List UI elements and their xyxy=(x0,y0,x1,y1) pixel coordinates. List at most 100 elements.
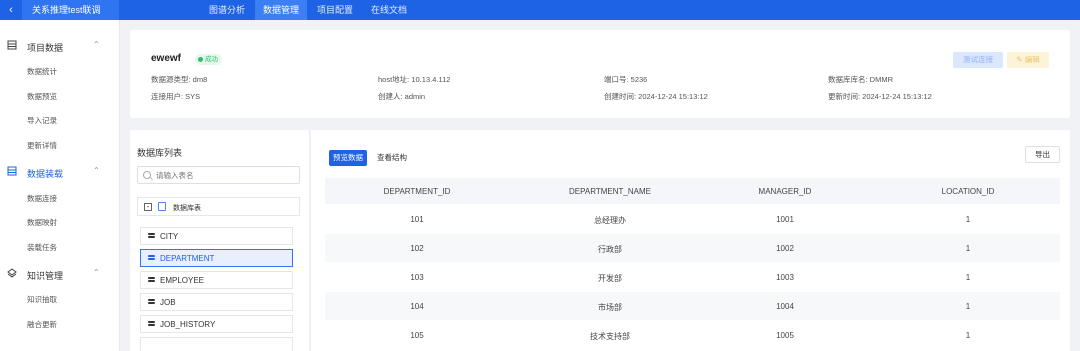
table-item-department[interactable]: DEPARTMENT xyxy=(140,249,293,267)
nav-online-docs[interactable]: 在线文档 xyxy=(363,0,415,20)
table-row: 105 技术支持部 1005 1 xyxy=(325,321,1060,349)
table-icon xyxy=(148,255,155,262)
host-address: host地址: 10.13.4.112 xyxy=(378,75,451,84)
table-item-employee[interactable]: EMPLOYEE xyxy=(140,271,293,289)
sidebar-item-update-details[interactable]: 更新详情 xyxy=(27,140,57,151)
table-cell: 101 xyxy=(410,215,424,224)
table-name: DEPARTMENT xyxy=(160,254,215,263)
nav-data-management[interactable]: 数据管理 xyxy=(255,0,308,20)
table-cell: 1 xyxy=(965,273,971,282)
table-cell: 1002 xyxy=(776,244,794,253)
status-badge: 成功 xyxy=(195,54,222,65)
search-icon xyxy=(143,171,151,179)
table-icon xyxy=(148,277,155,284)
collapse-icon[interactable]: - xyxy=(144,203,152,211)
sidebar: 项目数据 ⌃ 数据统计 数据预览 导入记录 更新详情 数据装载 ⌃ 数据连接 数… xyxy=(0,20,120,351)
sidebar-item-import-records[interactable]: 导入记录 xyxy=(27,115,57,126)
table-item-job-history[interactable]: JOB_HISTORY xyxy=(140,315,293,333)
table-name: JOB_HISTORY xyxy=(160,320,216,329)
creator: 创建人: admin xyxy=(378,92,426,101)
datasource-info-card: ewewf 成功 数据源类型: dm8 连接用户: SYS host地址: 10… xyxy=(130,30,1070,118)
chevron-up-icon[interactable]: ⌃ xyxy=(93,268,100,277)
database-list-panel: 数据库列表 - 数据库表 CITY DEPARTMENT EMPLOYEE JO… xyxy=(130,130,310,351)
table-cell: 1 xyxy=(965,331,971,340)
sidebar-item-fusion-update[interactable]: 融合更新 xyxy=(27,319,57,330)
table-row: 102 行政部 1002 1 xyxy=(325,234,1060,262)
table-cell: 1 xyxy=(965,302,971,311)
edit-icon: ✎ xyxy=(1016,55,1023,64)
project-name[interactable]: 关系推理test联调 xyxy=(22,0,119,20)
table-cell: 105 xyxy=(410,331,424,340)
data-preview-panel: 预览数据 查看结构 导出 DEPARTMENT_ID DEPARTMENT_NA… xyxy=(311,130,1070,351)
sidebar-item-data-stats[interactable]: 数据统计 xyxy=(27,66,57,77)
table-item-partial[interactable] xyxy=(140,337,293,351)
layers-icon xyxy=(7,268,17,278)
nav-graph-analysis[interactable]: 图谱分析 xyxy=(201,0,253,20)
database-icon xyxy=(158,202,166,211)
database-icon xyxy=(7,40,17,50)
export-button[interactable]: 导出 xyxy=(1025,146,1060,163)
database-list-title: 数据库列表 xyxy=(137,148,183,158)
edit-button[interactable]: ✎ 编辑 xyxy=(1007,52,1049,68)
table-icon xyxy=(148,299,155,306)
table-row: 103 开发部 1003 1 xyxy=(325,263,1060,291)
tree-root-label: 数据库表 xyxy=(173,205,201,212)
table-cell: 市场部 xyxy=(598,303,622,312)
top-navigation-bar: ‹ 关系推理test联调 图谱分析 数据管理 项目配置 在线文档 xyxy=(0,0,1080,20)
chevron-up-icon[interactable]: ⌃ xyxy=(93,166,100,175)
table-cell: 技术支持部 xyxy=(590,332,630,341)
table-cell: 1004 xyxy=(776,302,794,311)
table-cell: 行政部 xyxy=(598,245,622,254)
sidebar-group-data-loading[interactable]: 数据装载 ⌃ xyxy=(0,163,120,181)
table-item-city[interactable]: CITY xyxy=(140,227,293,245)
sidebar-group-knowledge-management[interactable]: 知识管理 ⌃ xyxy=(0,265,120,283)
table-row: 104 市场部 1004 1 xyxy=(325,292,1060,320)
table-name: EMPLOYEE xyxy=(160,276,205,285)
table-cell: 1 xyxy=(965,244,971,253)
sidebar-item-loading-tasks[interactable]: 装载任务 xyxy=(27,242,57,253)
sidebar-item-data-preview[interactable]: 数据预览 xyxy=(27,91,57,102)
table-header: DEPARTMENT_ID DEPARTMENT_NAME MANAGER_ID… xyxy=(325,178,1060,204)
table-icon xyxy=(148,233,155,240)
table-cell: 1003 xyxy=(776,273,794,282)
tab-view-structure[interactable]: 查看结构 xyxy=(373,150,411,166)
datasource-type: 数据源类型: dm8 xyxy=(151,75,208,84)
sidebar-group-title: 项目数据 xyxy=(27,43,64,53)
sidebar-group-project-data[interactable]: 项目数据 ⌃ xyxy=(0,37,120,55)
chevron-left-icon[interactable]: ‹ xyxy=(0,4,22,16)
column-header: DEPARTMENT_ID xyxy=(383,187,451,196)
sidebar-item-data-connection[interactable]: 数据连接 xyxy=(27,193,57,204)
table-icon xyxy=(148,321,155,328)
table-name: CITY xyxy=(160,232,179,241)
port: 端口号: 5236 xyxy=(604,75,648,84)
table-cell: 总经理办 xyxy=(594,216,626,225)
column-header: DEPARTMENT_NAME xyxy=(569,187,651,196)
main-nav: 图谱分析 数据管理 项目配置 在线文档 xyxy=(201,0,417,20)
database-icon xyxy=(7,166,17,176)
table-cell: 103 xyxy=(410,273,424,282)
table-search-input[interactable] xyxy=(156,169,296,181)
table-cell: 1001 xyxy=(776,215,794,224)
nav-project-config[interactable]: 项目配置 xyxy=(309,0,361,20)
chevron-up-icon[interactable]: ⌃ xyxy=(93,40,100,49)
edit-button-label: 编辑 xyxy=(1024,55,1040,64)
table-cell: 102 xyxy=(410,244,424,253)
table-row: 101 总经理办 1001 1 xyxy=(325,205,1060,233)
sidebar-item-knowledge-extraction[interactable]: 知识抽取 xyxy=(27,294,57,305)
sidebar-item-data-mapping[interactable]: 数据映射 xyxy=(27,217,57,228)
table-cell: 1005 xyxy=(776,331,794,340)
created-time: 创建时间: 2024-12-24 15:13:12 xyxy=(604,92,708,101)
column-header: MANAGER_ID xyxy=(758,187,812,196)
table-cell: 1 xyxy=(965,215,971,224)
table-search[interactable] xyxy=(137,166,300,184)
table-cell: 开发部 xyxy=(598,274,622,283)
connection-user: 连接用户: SYS xyxy=(151,92,201,101)
table-name: JOB xyxy=(160,298,176,307)
sidebar-group-title: 知识管理 xyxy=(27,271,64,281)
tab-preview-data[interactable]: 预览数据 xyxy=(329,150,367,166)
test-connection-button[interactable]: 测试连接 xyxy=(953,52,1003,68)
column-header: LOCATION_ID xyxy=(941,187,995,196)
database-name: 数据库库名: DMMR xyxy=(828,75,893,84)
database-tree-root[interactable]: - 数据库表 xyxy=(137,197,300,216)
table-item-job[interactable]: JOB xyxy=(140,293,293,311)
